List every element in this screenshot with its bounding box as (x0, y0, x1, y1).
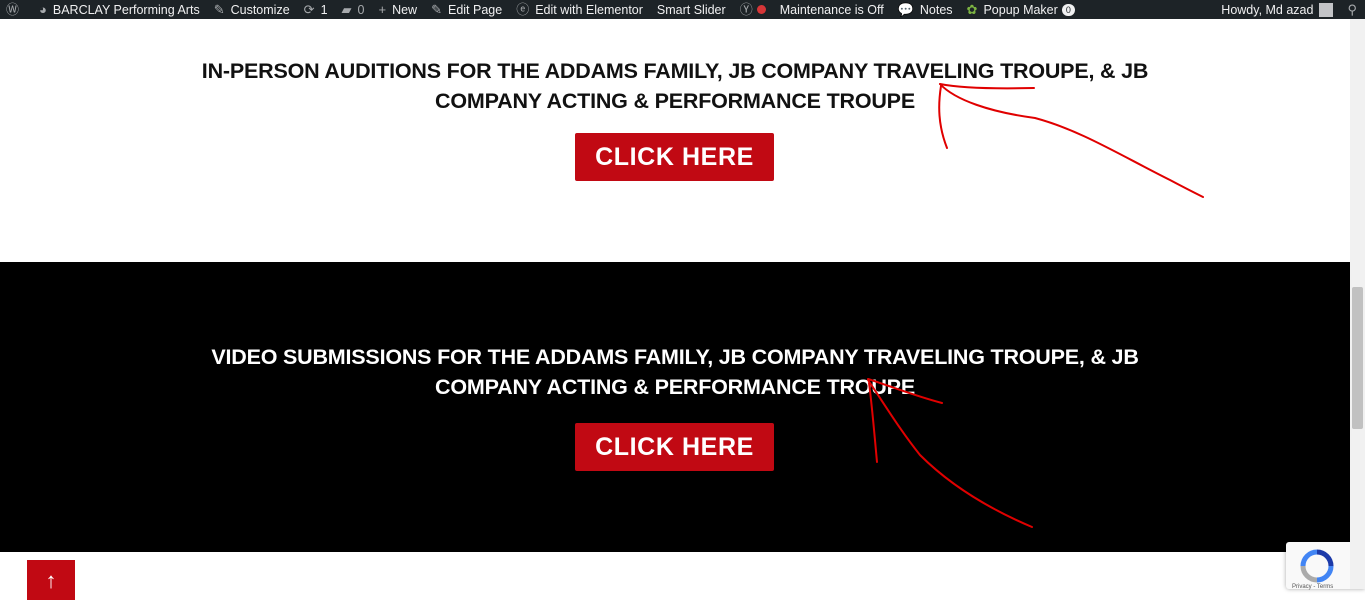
popup-maker-label: Popup Maker (983, 2, 1058, 17)
avatar (1319, 2, 1334, 17)
my-account-menu[interactable]: Howdy, Md azad (1221, 0, 1347, 19)
updates-link[interactable]: ⟳ 1 (304, 0, 328, 19)
edit-page-label: Edit Page (447, 2, 503, 17)
inperson-auditions-section: IN-PERSON AUDITIONS FOR THE ADDAMS FAMIL… (0, 19, 1350, 262)
arrow-up-icon: ↑ (45, 568, 57, 593)
maintenance-label: Maintenance is Off (779, 2, 884, 17)
notes-link[interactable]: 💬 Notes (898, 0, 953, 19)
edit-elementor-label: Edit with Elementor (535, 2, 643, 17)
edit-page-link[interactable]: ✎ Edit Page (431, 0, 502, 19)
edit-elementor-link[interactable]: ⓔ Edit with Elementor (516, 0, 643, 19)
new-label: New (392, 2, 418, 17)
new-content-menu[interactable]: + New (378, 0, 417, 19)
comments-count: 0 (357, 2, 365, 17)
maintenance-toggle[interactable]: Maintenance is Off (780, 0, 884, 19)
smart-slider-label: Smart Slider (656, 2, 726, 17)
footer-area (0, 552, 1350, 589)
video-click-here-button[interactable]: CLICK HERE (575, 423, 774, 471)
customize-label: Customize (230, 2, 290, 17)
wp-admin-bar: Ⓦ ◕ BARCLAY Performing Arts ✎ Customize … (0, 0, 1365, 19)
recaptcha-icon (1300, 549, 1334, 583)
scrollbar-thumb[interactable] (1352, 287, 1363, 429)
yoast-seo-menu[interactable]: Ⓨ (740, 0, 772, 19)
inperson-heading: IN-PERSON AUDITIONS FOR THE ADDAMS FAMIL… (201, 59, 1149, 113)
admin-bar-secondary: Howdy, Md azad ⚲ (1221, 0, 1365, 19)
site-name-label: BARCLAY Performing Arts (52, 2, 200, 17)
wp-logo-menu[interactable]: Ⓦ (6, 0, 25, 19)
updates-count: 1 (320, 2, 328, 17)
yoast-icon: Ⓨ (739, 2, 753, 17)
search-icon: ⚲ (1347, 2, 1357, 17)
notes-label: Notes (919, 2, 953, 17)
recaptcha-terms-text[interactable]: Privacy - Terms (1292, 584, 1333, 590)
elementor-icon: ⓔ (516, 2, 530, 17)
smart-slider-link[interactable]: Smart Slider (657, 0, 726, 19)
page-scrollbar[interactable] (1350, 19, 1365, 589)
seo-status-dot-icon (756, 5, 766, 14)
pencil-icon: ✎ (431, 2, 442, 17)
plus-icon: + (378, 2, 387, 17)
popup-count-badge: 0 (1061, 3, 1075, 16)
greeting-label: Howdy, Md azad (1221, 2, 1314, 17)
admin-search[interactable]: ⚲ (1347, 0, 1357, 19)
comments-link[interactable]: ▰ 0 (342, 0, 365, 19)
video-heading: VIDEO SUBMISSIONS FOR THE ADDAMS FAMILY,… (211, 345, 1139, 399)
popup-maker-icon: ✿ (966, 2, 978, 17)
updates-icon: ⟳ (303, 2, 315, 17)
customize-link[interactable]: ✎ Customize (214, 0, 290, 19)
back-to-top-button[interactable]: ↑ (27, 560, 75, 600)
dashboard-icon: ◕ (39, 2, 47, 17)
wordpress-icon: Ⓦ (6, 2, 20, 17)
notes-icon: 💬 (897, 2, 914, 17)
comment-icon: ▰ (341, 2, 352, 17)
popup-maker-link[interactable]: ✿ Popup Maker 0 (967, 0, 1075, 19)
inperson-click-here-button[interactable]: CLICK HERE (575, 133, 774, 181)
brush-icon: ✎ (213, 2, 225, 17)
site-name-menu[interactable]: ◕ BARCLAY Performing Arts (39, 0, 200, 19)
video-submissions-section: VIDEO SUBMISSIONS FOR THE ADDAMS FAMILY,… (0, 262, 1350, 552)
